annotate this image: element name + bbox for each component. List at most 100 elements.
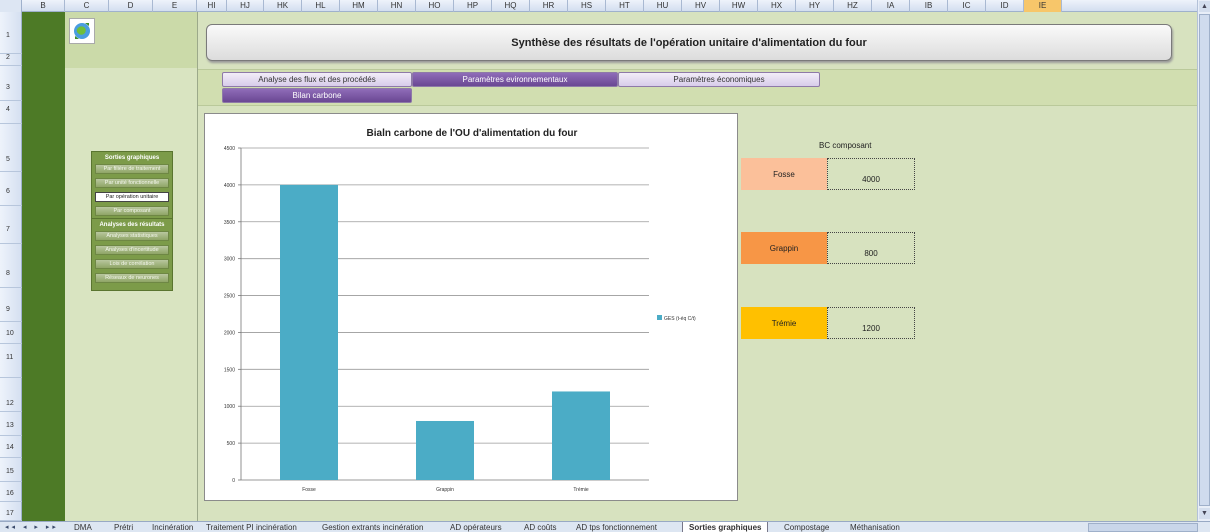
col-header-e[interactable]: E <box>153 0 197 12</box>
sheet-tab-ad-tps-fonctionnement[interactable]: AD tps fonctionnement <box>570 522 663 532</box>
col-header-hn[interactable]: HN <box>378 0 416 12</box>
col-header-hk[interactable]: HK <box>264 0 302 12</box>
y-tick-label: 1500 <box>224 367 235 373</box>
sorties-graphiques-panel: Sorties graphiques Par filière de traite… <box>91 151 173 224</box>
page-title: Synthèse des résultats de l'opération un… <box>206 24 1172 61</box>
col-header-ic[interactable]: IC <box>948 0 986 12</box>
col-header-hm[interactable]: HM <box>340 0 378 12</box>
col-header-hr[interactable]: HR <box>530 0 568 12</box>
col-header-hy[interactable]: HY <box>796 0 834 12</box>
chart-title: Bialn carbone de l'OU d'alimentation du … <box>367 128 578 139</box>
scroll-thumb[interactable] <box>1199 14 1210 506</box>
col-header-hx[interactable]: HX <box>758 0 796 12</box>
col-header-hs[interactable]: HS <box>568 0 606 12</box>
row-header-8[interactable]: 8 <box>0 244 22 288</box>
bar-fosse[interactable] <box>280 184 338 480</box>
horizontal-scrollbar[interactable] <box>1088 523 1198 532</box>
row-header-6[interactable]: 6 <box>0 172 22 206</box>
row-header-3[interactable]: 3 <box>0 66 22 101</box>
tab-analyse-flux[interactable]: Analyse des flux et des procédés <box>222 72 412 87</box>
nav-par-composant[interactable]: Par composant <box>95 206 169 216</box>
tab-parametres-environnementaux[interactable]: Paramètres evironnementaux <box>412 72 618 87</box>
y-tick-label: 2500 <box>224 294 235 300</box>
sheet-tab-incin-ration[interactable]: Incinération <box>146 522 199 532</box>
col-header-hv[interactable]: HV <box>682 0 720 12</box>
col-header-ht[interactable]: HT <box>606 0 644 12</box>
bar-trémie[interactable] <box>552 391 610 480</box>
tab-parametres-economiques[interactable]: Paramètres économiques <box>618 72 820 87</box>
y-tick-label: 500 <box>227 441 236 447</box>
tab-bilan-carbone[interactable]: Bilan carbone <box>222 88 412 103</box>
col-header-ho[interactable]: HO <box>416 0 454 12</box>
col-header-ie[interactable]: IE <box>1024 0 1062 12</box>
col-header-id[interactable]: ID <box>986 0 1024 12</box>
row-header-1[interactable]: 1 <box>0 12 22 54</box>
row-header-9[interactable]: 9 <box>0 288 22 322</box>
nav-lois-correlation[interactable]: Lois de corrélation <box>95 259 169 269</box>
bc-value-grappin[interactable]: 800 <box>827 232 915 264</box>
col-header-hj[interactable]: HJ <box>227 0 264 12</box>
select-all-corner[interactable] <box>0 0 22 12</box>
row-header-10[interactable]: 10 <box>0 322 22 344</box>
bc-value-tremie[interactable]: 1200 <box>827 307 915 339</box>
row-header-2[interactable]: 2 <box>0 54 22 66</box>
bar-chart[interactable]: Bialn carbone de l'OU d'alimentation du … <box>204 113 738 501</box>
sheet-tab-pr-tri[interactable]: Prétri <box>108 522 139 532</box>
row-header-17[interactable]: 17 <box>0 502 22 521</box>
sheet-tab-dma[interactable]: DMA <box>68 522 98 532</box>
row-header-16[interactable]: 16 <box>0 482 22 502</box>
row-header-11[interactable]: 11 <box>0 344 22 378</box>
vertical-scrollbar[interactable]: ▲ ▼ <box>1197 0 1210 521</box>
scroll-down-icon[interactable]: ▼ <box>1199 508 1210 519</box>
sheet-tab-compostage[interactable]: Compostage <box>778 522 835 532</box>
sheet-nav-arrows-icon[interactable]: ◂◂ ◂ ▸ ▸▸ <box>0 522 68 532</box>
sheet-tab-gestion-extrants-incin-ration[interactable]: Gestion extrants incinération <box>316 522 429 532</box>
nav-par-unite-fonctionnelle[interactable]: Par unité fonctionnelle <box>95 178 169 188</box>
analyses-resultats-panel: Analyses des résultats Analyses statisti… <box>91 218 173 291</box>
bc-label-grappin: Grappin <box>741 232 827 264</box>
bc-label-fosse: Fosse <box>741 158 827 190</box>
x-tick-label: Grappin <box>436 487 454 493</box>
legend-label: GES (t-éq C/t) <box>664 316 696 322</box>
row-header-15[interactable]: 15 <box>0 458 22 482</box>
col-header-ib[interactable]: IB <box>910 0 948 12</box>
col-header-d[interactable]: D <box>109 0 153 12</box>
y-tick-label: 1000 <box>224 404 235 410</box>
panel-title-sorties: Sorties graphiques <box>104 155 160 161</box>
sheet-tab-sorties-graphiques[interactable]: Sorties graphiques <box>682 522 769 532</box>
col-header-hw[interactable]: HW <box>720 0 758 12</box>
row-header-4[interactable]: 4 <box>0 101 22 124</box>
col-header-hz[interactable]: HZ <box>834 0 872 12</box>
col-header-hp[interactable]: HP <box>454 0 492 12</box>
nav-reseaux-neurones[interactable]: Réseaux de neurones <box>95 273 169 283</box>
bc-label-tremie: Trémie <box>741 307 827 339</box>
scroll-up-icon[interactable]: ▲ <box>1199 1 1210 12</box>
bc-value-fosse[interactable]: 4000 <box>827 158 915 190</box>
x-tick-label: Trémie <box>573 487 589 493</box>
col-header-b[interactable]: B <box>22 0 65 12</box>
legend-swatch <box>657 315 662 320</box>
col-header-hu[interactable]: HU <box>644 0 682 12</box>
nav-par-operation-unitaire[interactable]: Par opération unitaire <box>95 192 169 202</box>
nav-par-filiere[interactable]: Par filière de traitement <box>95 164 169 174</box>
sheet-tab-bar: ◂◂ ◂ ▸ ▸▸ DMA Prétri Incinération Traitemen… <box>0 521 1210 532</box>
col-header-c[interactable]: C <box>65 0 109 12</box>
row-header-7[interactable]: 7 <box>0 206 22 244</box>
row-header-13[interactable]: 13 <box>0 412 22 436</box>
sheet-tab-ad-op-rateurs[interactable]: AD opérateurs <box>444 522 508 532</box>
section-tabs: Analyse des flux et des procédés Paramèt… <box>198 69 1197 106</box>
sheet-tab-m-thanisation[interactable]: Méthanisation <box>844 522 906 532</box>
col-header-ia[interactable]: IA <box>872 0 910 12</box>
sheet-tab-ad-co-ts[interactable]: AD coûts <box>518 522 562 532</box>
col-header-hl[interactable]: HL <box>302 0 340 12</box>
col-header-hq[interactable]: HQ <box>492 0 530 12</box>
y-tick-label: 4500 <box>224 146 235 152</box>
row-header-14[interactable]: 14 <box>0 436 22 458</box>
nav-analyses-statistiques[interactable]: Analyses statistiques <box>95 231 169 241</box>
sheet-tab-traitement-pi-incin-ration[interactable]: Traitement PI incinération <box>200 522 303 532</box>
nav-analyses-incertitude[interactable]: Analyses d'incertitude <box>95 245 169 255</box>
row-header-5[interactable]: 5 <box>0 124 22 172</box>
bar-grappin[interactable] <box>416 420 474 480</box>
col-header-hi[interactable]: HI <box>197 0 227 12</box>
row-header-12[interactable]: 12 <box>0 378 22 412</box>
